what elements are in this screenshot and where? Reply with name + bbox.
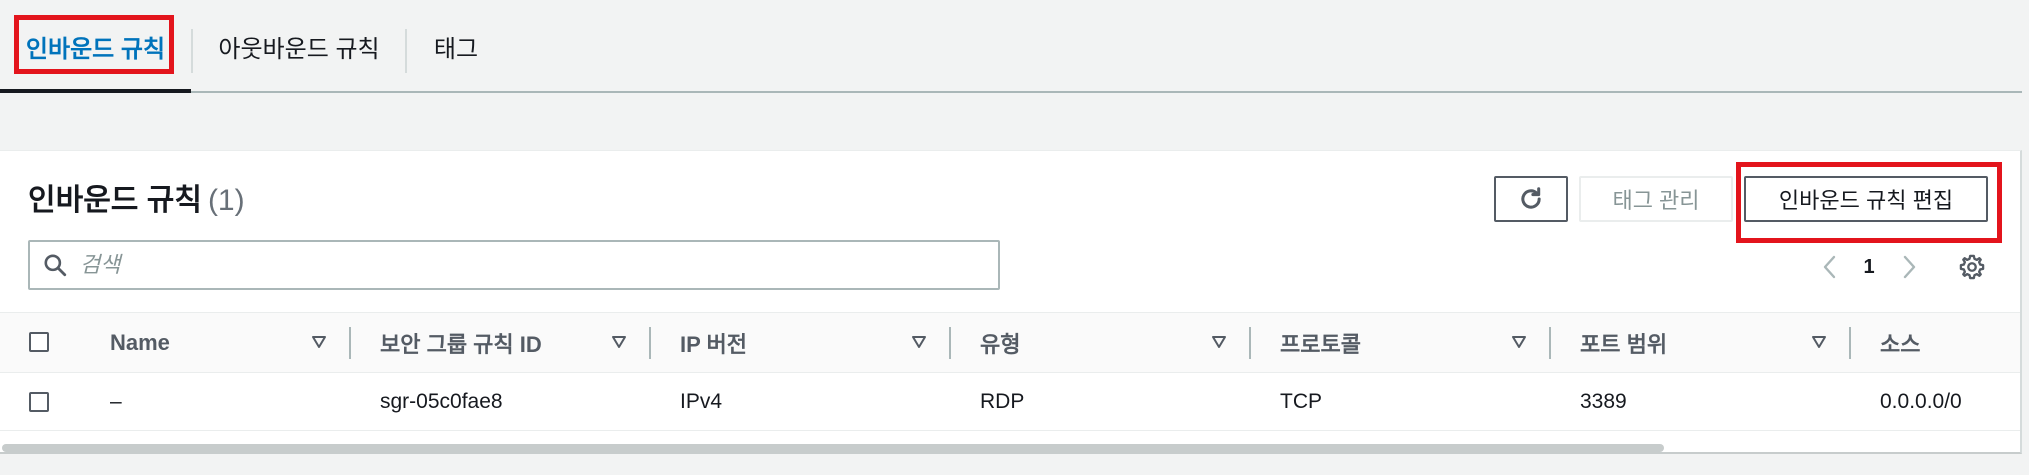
horizontal-scrollbar-thumb[interactable] [2, 444, 1664, 452]
preferences-button[interactable] [1955, 247, 1989, 287]
column-resizer[interactable] [1249, 327, 1251, 359]
cell-protocol: TCP [1280, 390, 1322, 413]
column-resizer[interactable] [649, 327, 651, 359]
row-checkbox[interactable] [29, 392, 49, 412]
column-resizer[interactable] [949, 327, 951, 359]
cell-type: RDP [980, 390, 1025, 413]
chevron-right-icon [1903, 255, 1916, 279]
cell-rule-id: sgr-05c0fae8 [380, 390, 503, 413]
column-header-protocol[interactable]: 프로토콜 [1280, 313, 1361, 372]
search-icon [30, 242, 80, 288]
table-header: Name 보안 그룹 규칙 ID IP 버전 유형 프로토콜 포트 범위 소스 [0, 312, 2020, 373]
sort-icon[interactable] [611, 335, 627, 349]
column-header-port-range[interactable]: 포트 범위 [1580, 313, 1667, 372]
column-header-type[interactable]: 유형 [980, 313, 1020, 372]
search-input[interactable] [80, 245, 998, 285]
column-resizer[interactable] [349, 327, 351, 359]
search-box [28, 240, 1000, 290]
previous-page-button[interactable] [1815, 247, 1845, 287]
refresh-icon [1521, 187, 1541, 209]
table-row[interactable]: – sgr-05c0fae8 IPv4 RDP TCP 3389 0.0.0.0… [0, 373, 2020, 431]
chevron-left-icon [1823, 255, 1836, 279]
active-tab-indicator [0, 89, 191, 93]
column-header-ip-version[interactable]: IP 버전 [680, 313, 747, 372]
manage-tags-button[interactable]: 태그 관리 [1579, 176, 1733, 222]
cell-name: – [110, 390, 122, 413]
sort-icon[interactable] [1811, 335, 1827, 349]
tab-outbound-rules[interactable]: 아웃바운드 규칙 [193, 0, 405, 93]
column-header-source[interactable]: 소스 [1880, 313, 1920, 372]
current-page-number[interactable]: 1 [1858, 247, 1880, 287]
select-all-checkbox[interactable] [29, 332, 49, 352]
cell-port-range: 3389 [1580, 390, 1627, 413]
sort-icon[interactable] [1511, 335, 1527, 349]
highlight-box-edit-button [1736, 162, 2002, 243]
column-header-name[interactable]: Name [110, 313, 170, 372]
sort-icon[interactable] [1211, 335, 1227, 349]
panel-title-text: 인바운드 규칙 [28, 184, 202, 217]
next-page-button[interactable] [1894, 247, 1924, 287]
column-header-rule-id[interactable]: 보안 그룹 규칙 ID [380, 313, 542, 372]
column-resizer[interactable] [1549, 327, 1551, 359]
column-resizer[interactable] [1849, 327, 1851, 359]
highlight-box-inbound-tab [14, 15, 174, 74]
cell-ip-version: IPv4 [680, 390, 723, 413]
inbound-rules-panel: 인바운드 규칙(1) 태그 관리 인바운드 규칙 편집 1 [0, 150, 2022, 454]
gear-icon [1959, 254, 1985, 280]
tab-bar: 인바운드 규칙 아웃바운드 규칙 태그 [0, 0, 2022, 93]
cell-source: 0.0.0.0/0 [1880, 390, 1962, 413]
rule-count: (1) [207, 184, 245, 217]
sort-icon[interactable] [911, 335, 927, 349]
tab-tags[interactable]: 태그 [407, 0, 505, 93]
sort-icon[interactable] [311, 335, 327, 349]
panel-title: 인바운드 규칙 (1) [28, 175, 245, 219]
refresh-button[interactable] [1494, 176, 1568, 222]
